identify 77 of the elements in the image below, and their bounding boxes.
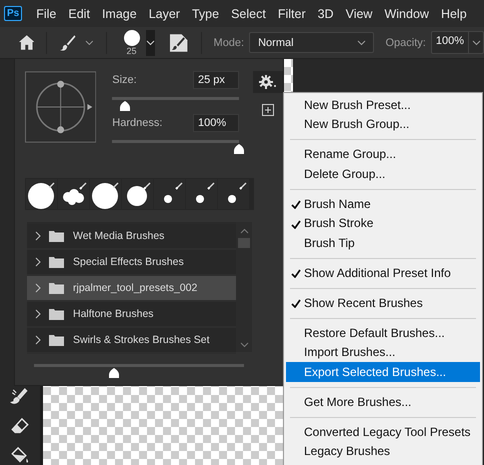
- mode-label: Mode:: [214, 36, 244, 48]
- context-menu-item[interactable]: Brush Stroke: [286, 214, 480, 233]
- chevron-icon: [35, 335, 41, 345]
- menu-item[interactable]: Select: [231, 6, 266, 20]
- brush-tip[interactable]: [186, 179, 217, 209]
- paint-bucket-icon[interactable]: [10, 446, 30, 465]
- chevron-icon: [35, 283, 41, 293]
- context-menu-item[interactable]: Delete Group...: [286, 164, 480, 184]
- chevron-icon: [35, 231, 41, 241]
- size-label: Size:: [112, 74, 137, 86]
- brush-tip[interactable]: [90, 179, 121, 209]
- brush-tip[interactable]: [218, 179, 249, 209]
- new-group-icon[interactable]: [262, 104, 274, 116]
- brush-tip-icon: [122, 29, 141, 47]
- menu-item[interactable]: Layer: [148, 6, 180, 20]
- folder-icon: [49, 282, 64, 294]
- scroll-down-icon[interactable]: [240, 342, 248, 348]
- context-menu-item[interactable]: Import Brushes...: [286, 342, 480, 362]
- slider-thumb[interactable]: [108, 368, 120, 378]
- menu-item[interactable]: Image: [102, 6, 137, 20]
- context-menu-item[interactable]: Brush Tip: [286, 233, 480, 252]
- size-field[interactable]: 25 px: [193, 71, 239, 89]
- brush-tip[interactable]: [154, 179, 185, 209]
- mode-dropdown[interactable]: Normal: [249, 32, 374, 53]
- context-menu-item[interactable]: Rename Group...: [286, 144, 480, 164]
- chevron-icon: [35, 309, 41, 319]
- menu-item[interactable]: Filter: [278, 6, 306, 20]
- context-menu-item[interactable]: Restore Default Brushes...: [286, 323, 480, 342]
- brush-icon[interactable]: [59, 34, 77, 52]
- menu-item[interactable]: Type: [192, 6, 220, 20]
- brush-group-row[interactable]: rjpalmer_tool_presets_002: [27, 276, 236, 302]
- menu-item[interactable]: Window: [384, 6, 429, 20]
- slider-thumb[interactable]: [233, 144, 245, 154]
- menu-item[interactable]: 3D: [318, 6, 334, 20]
- context-menu-item[interactable]: Export Selected Brushes...: [286, 362, 480, 382]
- folder-icon: [49, 230, 64, 242]
- menu-item[interactable]: Help: [440, 6, 467, 20]
- opacity-field[interactable]: 100%: [430, 31, 484, 54]
- brush-tip[interactable]: [58, 179, 89, 209]
- caret-icon: [356, 40, 366, 46]
- menu-item[interactable]: File: [36, 6, 56, 20]
- caret-icon[interactable]: [84, 40, 94, 46]
- context-menu-item[interactable]: Show Additional Preset Info: [286, 263, 480, 282]
- opacity-label: Opacity:: [386, 36, 426, 48]
- folder-icon: [49, 334, 64, 346]
- context-menu-item[interactable]: Get More Brushes...: [286, 392, 480, 412]
- brush-size-label: 25: [126, 47, 137, 56]
- brush-tip[interactable]: [122, 179, 153, 209]
- brush-panel-toggle-icon[interactable]: [169, 32, 189, 52]
- folder-icon: [49, 256, 64, 268]
- hardness-label: Hardness:: [112, 117, 162, 129]
- brush-angle-preview[interactable]: [25, 71, 96, 143]
- menu-item[interactable]: Edit: [68, 6, 90, 20]
- settings-icon: [259, 75, 277, 89]
- eraser-icon[interactable]: [10, 416, 30, 436]
- menu-item[interactable]: View: [346, 6, 372, 20]
- scroll-up-icon[interactable]: [240, 228, 248, 234]
- caret-icon[interactable]: [472, 40, 480, 46]
- context-menu-item[interactable]: New Brush Preset...: [286, 95, 480, 114]
- brush-tip[interactable]: [26, 179, 57, 209]
- smudge-icon[interactable]: [10, 387, 30, 406]
- context-menu-item[interactable]: Show Recent Brushes: [286, 293, 480, 312]
- scroll-thumb[interactable]: [238, 238, 250, 248]
- folder-icon: [49, 308, 64, 320]
- app-logo[interactable]: Ps: [4, 6, 22, 21]
- home-icon[interactable]: [19, 35, 34, 50]
- caret-icon: [146, 40, 155, 46]
- chevron-icon: [35, 257, 41, 267]
- context-menu-item[interactable]: Brush Name: [286, 194, 480, 214]
- hardness-field[interactable]: 100%: [193, 114, 239, 132]
- context-menu-item[interactable]: New Brush Group...: [286, 114, 480, 134]
- slider-thumb[interactable]: [118, 101, 131, 111]
- brush-preset-picker[interactable]: 25: [122, 29, 141, 56]
- context-menu-item[interactable]: Legacy Brushes: [286, 442, 480, 461]
- dropdown-button[interactable]: [146, 30, 156, 56]
- settings-button[interactable]: [253, 71, 283, 93]
- context-menu-item[interactable]: Converted Legacy Tool Presets: [286, 422, 480, 442]
